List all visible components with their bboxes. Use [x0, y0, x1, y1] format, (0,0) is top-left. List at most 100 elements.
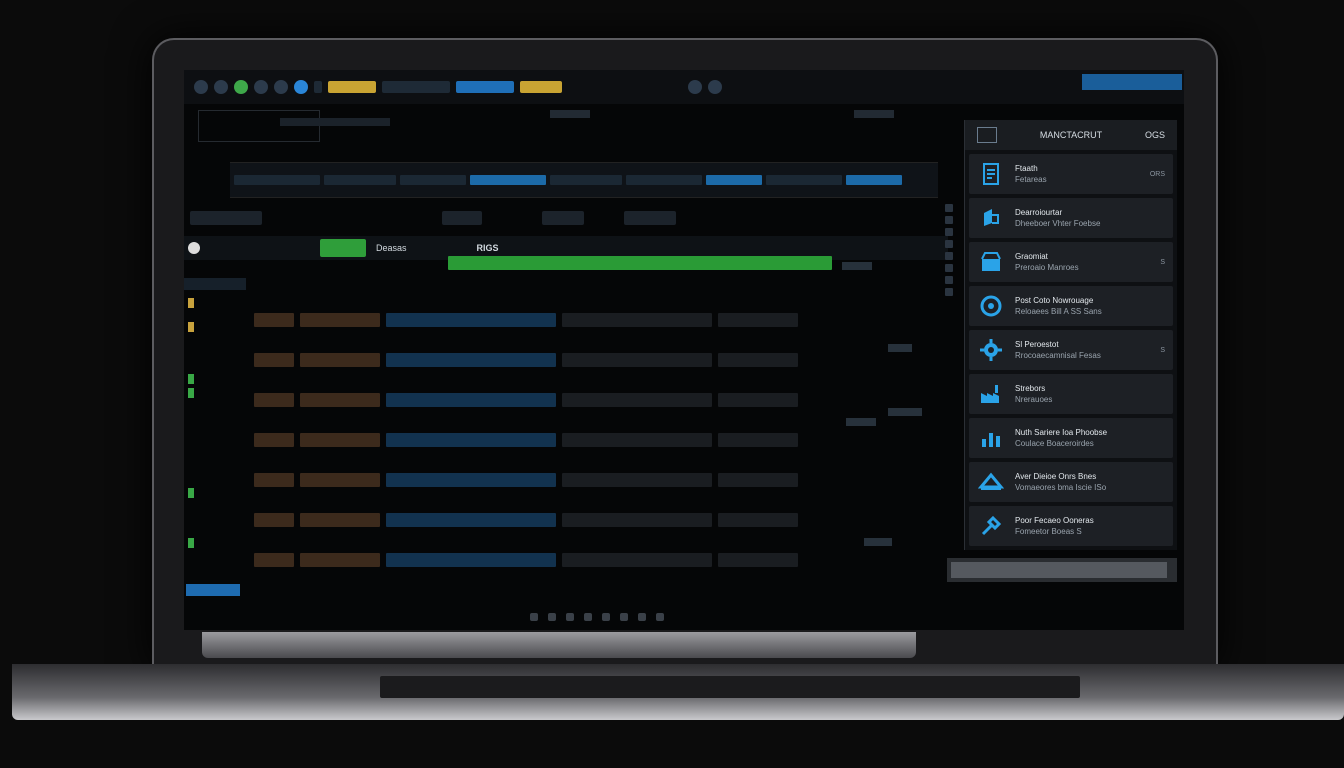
toolbar-right-panel[interactable] — [1082, 74, 1182, 90]
sidebar-item[interactable]: Poor Fecaeo Ooneras Fomeetor Boeas S — [969, 506, 1173, 546]
rail-button[interactable] — [945, 228, 953, 236]
secondary-toolbar — [184, 104, 964, 164]
rail-button[interactable] — [945, 204, 953, 212]
sidebar-footer-button[interactable] — [951, 562, 1167, 578]
toolbar-chip[interactable] — [382, 81, 450, 93]
dock-icon[interactable] — [656, 613, 664, 621]
sidebar-item-subtitle: Fomeetor Boeas S — [1015, 527, 1082, 536]
sub-button[interactable] — [542, 211, 584, 225]
grid-row — [254, 300, 854, 340]
truck-icon — [977, 468, 1005, 496]
strip-item[interactable] — [324, 175, 396, 185]
sidebar-item[interactable]: Sl Peroestot Rrocoaecamnisal Fesas S — [969, 330, 1173, 370]
strip-item[interactable] — [846, 175, 902, 185]
mini-bar — [854, 110, 894, 118]
sidebar-item-badge: ORS — [1149, 170, 1165, 178]
grid-row — [254, 340, 854, 380]
sidebar-item[interactable]: Ftaath Fetareas ORS — [969, 154, 1173, 194]
strip-item[interactable] — [706, 175, 762, 185]
user-icon[interactable] — [274, 80, 288, 94]
toolbar-chip[interactable] — [520, 81, 562, 93]
settings-icon[interactable] — [688, 80, 702, 94]
toolbar-chip[interactable] — [314, 81, 322, 93]
grid-row — [254, 380, 854, 420]
sidebar-item[interactable]: Nuth Sariere Ioa Phoobse Coulace Boaceroi… — [969, 418, 1173, 458]
rail-button[interactable] — [945, 288, 953, 296]
document-icon — [977, 160, 1005, 188]
globe-icon[interactable] — [214, 80, 228, 94]
rail-button[interactable] — [945, 240, 953, 248]
track-color-marker — [188, 488, 194, 498]
screen: Deasas RIGS MANCTACRUT OGS Ftaath Fetare… — [184, 70, 1184, 630]
sidebar-item-badge: S — [1160, 258, 1165, 266]
rail-button[interactable] — [945, 216, 953, 224]
tab-label[interactable]: Deasas — [376, 243, 407, 253]
sidebar-footer — [947, 558, 1177, 582]
strip-item[interactable] — [550, 175, 622, 185]
sidebar-item-subtitle: Reloaees Bill A SS Sans — [1015, 307, 1102, 316]
sidebar-logo-icon — [977, 127, 997, 143]
sub-toolbar — [184, 206, 950, 230]
track-color-marker — [188, 388, 194, 398]
grid-row — [254, 460, 854, 500]
sidebar-item[interactable]: Post Coto Nowrouage Reloaees Bill A SS Sa… — [969, 286, 1173, 326]
strip-item[interactable] — [766, 175, 842, 185]
sub-button[interactable] — [442, 211, 482, 225]
strip-item[interactable] — [470, 175, 546, 185]
info-icon[interactable] — [708, 80, 722, 94]
track-selection[interactable] — [186, 584, 240, 596]
sidebar-item[interactable]: Graomiat Preroaio Manroes S — [969, 242, 1173, 282]
dock-icon[interactable] — [638, 613, 646, 621]
sequencer-grid[interactable] — [254, 300, 854, 580]
sidebar-item[interactable]: Strebors Nrerauoes — [969, 374, 1173, 414]
strip-item[interactable] — [400, 175, 466, 185]
sidebar-item[interactable]: Aver Dieioe Onrs Bnes Vomaeores bma Iscie… — [969, 462, 1173, 502]
sidebar-item[interactable]: Dearroiourtar Dheeboer Vhter Foebse — [969, 198, 1173, 238]
track-color-marker — [188, 538, 194, 548]
track-color-marker — [188, 322, 194, 332]
cloud-icon[interactable] — [294, 80, 308, 94]
sub-button[interactable] — [624, 211, 676, 225]
progress-bar — [448, 256, 832, 270]
record-icon[interactable] — [188, 242, 200, 254]
dock-icon[interactable] — [548, 613, 556, 621]
sub-button[interactable] — [190, 211, 262, 225]
laptop-hinge — [202, 632, 916, 658]
home-icon[interactable] — [254, 80, 268, 94]
mini-bar — [280, 118, 390, 126]
toolbar-chip[interactable] — [328, 81, 376, 93]
strip-item[interactable] — [234, 175, 320, 185]
sidebar-item-subtitle: Fetareas — [1015, 175, 1047, 184]
inspector-panel — [838, 250, 948, 550]
sidebar-item-title: Nuth Sariere Ioa Phoobse — [1015, 428, 1108, 437]
dock-icon[interactable] — [620, 613, 628, 621]
factory-icon — [977, 380, 1005, 408]
tab-center-label[interactable]: RIGS — [477, 243, 499, 253]
strip-item[interactable] — [626, 175, 702, 185]
sidebar-item-subtitle: Rrocoaecamnisal Fesas — [1015, 351, 1101, 360]
toolbar-chip[interactable] — [456, 81, 514, 93]
rail-button[interactable] — [945, 276, 953, 284]
dock-icon[interactable] — [566, 613, 574, 621]
rail-button[interactable] — [945, 264, 953, 272]
store-icon — [977, 248, 1005, 276]
dock-icon[interactable] — [602, 613, 610, 621]
rail-button[interactable] — [945, 252, 953, 260]
sidebar-header: MANCTACRUT OGS — [965, 120, 1177, 150]
dock-icon[interactable] — [530, 613, 538, 621]
bottom-dock — [530, 610, 730, 624]
cycle-icon — [977, 292, 1005, 320]
sidebar-title: MANCTACRUT — [1039, 130, 1103, 140]
sidebar-item-subtitle: Dheeboer Vhter Foebse — [1015, 219, 1101, 228]
grid-row — [254, 540, 854, 580]
dock-icon[interactable] — [584, 613, 592, 621]
refresh-icon[interactable] — [234, 80, 248, 94]
app-icon[interactable] — [194, 80, 208, 94]
grid-row — [254, 500, 854, 540]
tools-icon — [977, 512, 1005, 540]
vertical-tool-rail — [942, 200, 956, 340]
mini-panel — [198, 110, 320, 142]
tab-active[interactable] — [320, 239, 366, 257]
laptop-keyboard-deck — [380, 676, 1080, 698]
grid-row — [254, 420, 854, 460]
